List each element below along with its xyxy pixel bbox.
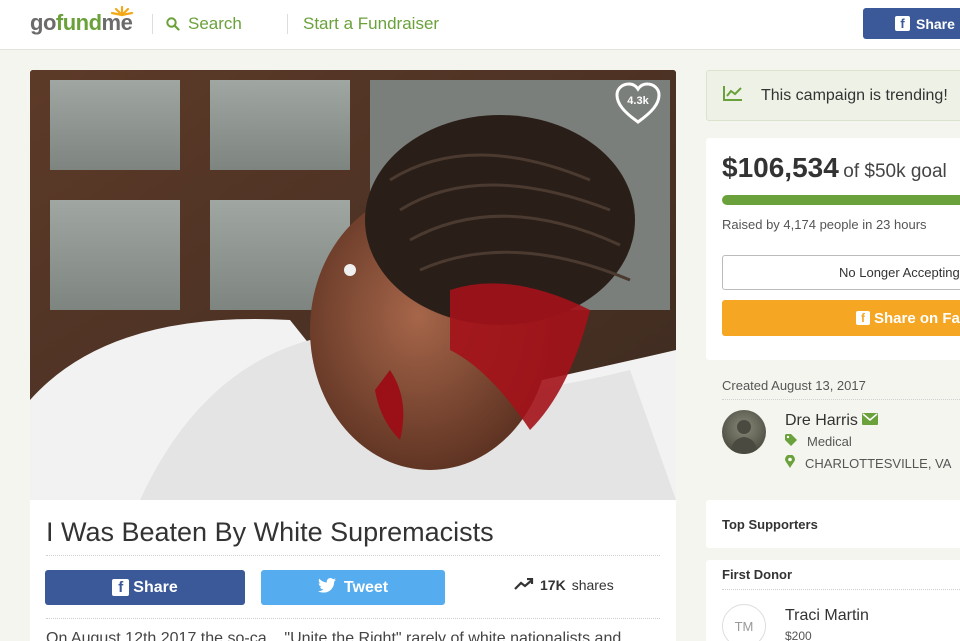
- header-divider: [152, 14, 153, 34]
- search-label: Search: [188, 14, 242, 33]
- divider: [722, 589, 960, 590]
- organizer-name[interactable]: Dre Harris: [785, 412, 878, 430]
- like-heart-button[interactable]: 4.3k: [614, 82, 662, 126]
- trending-text: This campaign is trending!: [761, 86, 948, 104]
- chart-trend-icon: [723, 85, 743, 106]
- campaign-story: On August 12th 2017 the so-ca... "Unite …: [46, 630, 622, 641]
- created-date: Created August 13, 2017: [722, 378, 866, 393]
- campaign-title: I Was Beaten By White Supremacists: [46, 517, 494, 547]
- progress-bar: [722, 195, 960, 205]
- facebook-icon: f: [112, 579, 130, 596]
- divider: [46, 618, 660, 619]
- search-link[interactable]: Search: [166, 14, 242, 34]
- progress-bar-fill: [722, 195, 960, 205]
- facebook-icon: f: [895, 16, 910, 31]
- share-on-facebook-button[interactable]: f Share on Fac: [722, 300, 960, 336]
- trending-arrow-icon: [514, 577, 534, 593]
- first-donor-card: First Donor TM Traci Martin $200: [706, 560, 960, 641]
- envelope-icon[interactable]: [861, 412, 878, 430]
- campaign-photo: 4.3k: [30, 70, 676, 500]
- trending-banner: This campaign is trending!: [706, 70, 960, 121]
- donation-card: $106,534 of $50k goal Raised by 4,174 pe…: [706, 138, 960, 360]
- start-fundraiser-link[interactable]: Start a Fundraiser: [303, 14, 439, 34]
- search-icon: [166, 17, 180, 31]
- organizer-location: CHARLOTTESVILLE, VA: [785, 454, 951, 471]
- header-divider: [287, 14, 288, 34]
- divider: [46, 555, 660, 556]
- donor-amount: $200: [785, 629, 812, 641]
- amount-raised: $106,534 of $50k goal: [722, 152, 947, 183]
- twitter-icon: [317, 577, 336, 598]
- gofundme-logo[interactable]: gofundme: [30, 5, 134, 40]
- organizer-category[interactable]: Medical: [785, 434, 852, 449]
- top-supporters-tab[interactable]: Top Supporters: [706, 500, 960, 548]
- raised-by-text: Raised by 4,174 people in 23 hours: [722, 217, 927, 232]
- divider: [722, 399, 960, 400]
- like-count: 4.3k: [627, 95, 649, 107]
- logo-sunburst-icon: [110, 4, 134, 20]
- share-count: 17K shares: [514, 577, 614, 593]
- facebook-share-button[interactable]: f Share: [45, 570, 245, 605]
- campaign-card: 4.3k I Was Beaten By White Supremacists …: [30, 70, 676, 641]
- header-share-button[interactable]: f Share: [863, 8, 960, 39]
- first-donor-heading: First Donor: [722, 567, 793, 582]
- donor-name: Traci Martin: [785, 607, 869, 624]
- facebook-icon: f: [856, 311, 870, 325]
- organizer-avatar[interactable]: [722, 410, 766, 454]
- location-pin-icon: [785, 454, 795, 471]
- donor-avatar: TM: [722, 604, 766, 641]
- tweet-button[interactable]: Tweet: [261, 570, 445, 605]
- tag-icon: [785, 434, 797, 449]
- top-header: gofundme Search Start a Fundraiser f Sha…: [0, 0, 960, 50]
- no-longer-accepting-button[interactable]: No Longer Accepting: [722, 255, 960, 290]
